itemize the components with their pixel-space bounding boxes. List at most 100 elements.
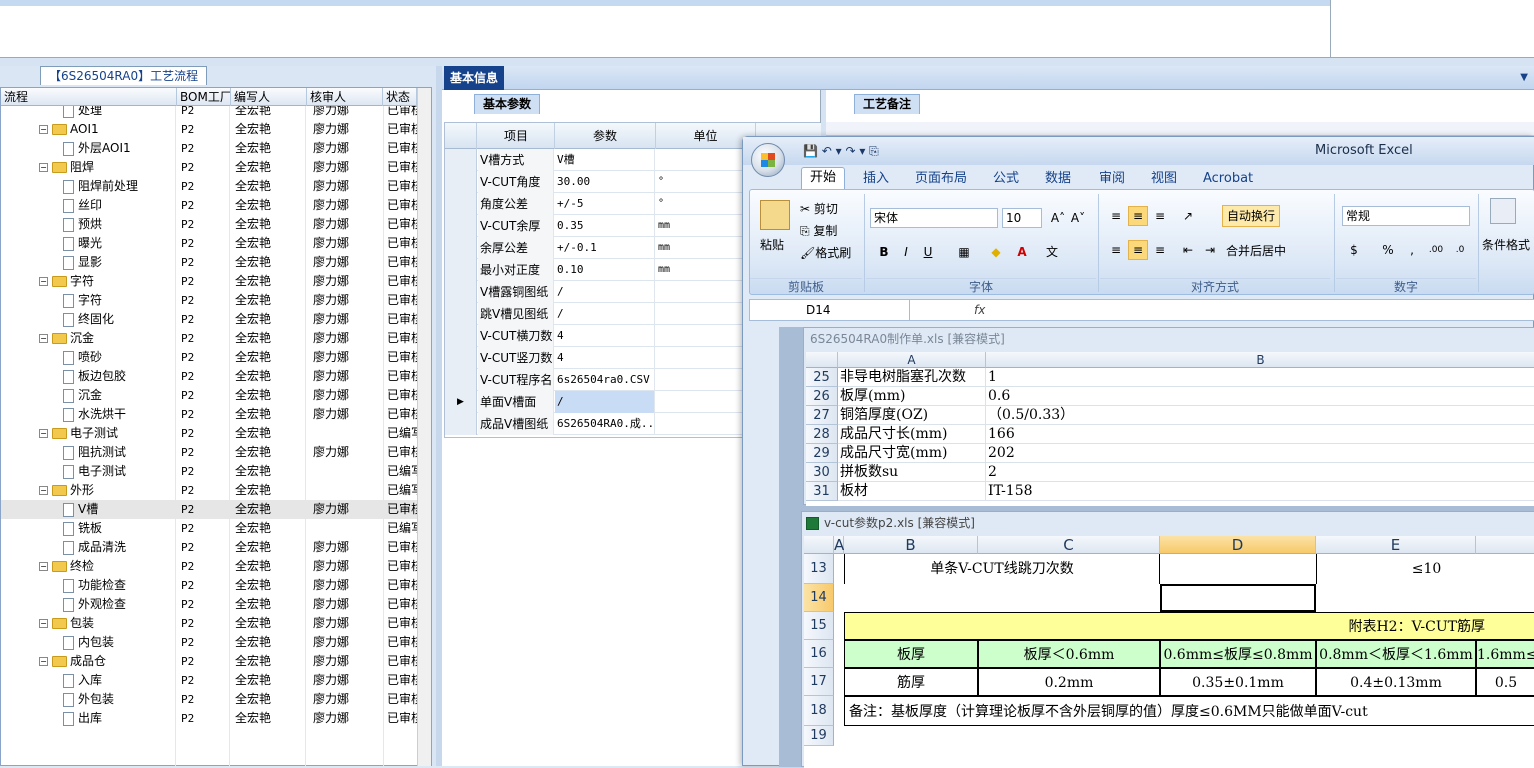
tree-row[interactable]: 内包装 P2 全宏艳 廖力娜 已审核 [1,633,417,652]
param-value[interactable]: 6s26504ra0.CSV [555,369,655,391]
quick-access-toolbar[interactable]: 💾 ↶ ▾ ↷ ▾ ⎘ [803,144,879,159]
comma-icon[interactable]: , [1402,240,1422,260]
tab-process-notes[interactable]: 工艺备注 [854,94,921,114]
row-header[interactable]: 29 [806,444,838,463]
cell-a[interactable]: 拼板数su [838,463,986,482]
tree-row[interactable]: 预烘 P2 全宏艳 廖力娜 已审核 [1,215,417,234]
r16-cell[interactable]: 0.8mm＜板厚＜1.6mm [1316,640,1476,668]
params-col-value[interactable]: 参数 [555,123,656,149]
fill-color-icon[interactable]: ◆ [986,242,1006,262]
cell-b[interactable]: 0.6 [986,387,1534,406]
grow-font-icon[interactable]: A˄ [1048,208,1068,228]
cell-b[interactable]: 166 [986,425,1534,444]
tree-node[interactable]: − 字符 [39,272,175,291]
col-header-checker[interactable]: 核审人 [307,88,383,106]
row-header[interactable]: 26 [806,387,838,406]
tree-row[interactable]: 丝印 P2 全宏艳 廖力娜 已审核 [1,196,417,215]
ribbon-tab-formulas[interactable]: 公式 [993,169,1019,189]
row-header[interactable]: 13 [804,554,834,584]
tree-node[interactable]: 曝光 [63,234,175,253]
tree-node[interactable]: 阻焊前处理 [63,177,175,196]
ribbon-tab-page-layout[interactable]: 页面布局 [915,169,967,189]
r16-cell[interactable]: 板厚＜0.6mm [978,640,1160,668]
param-value[interactable]: 6S26504RA0.成... [555,413,655,435]
cell-a[interactable]: 板材 [838,482,986,501]
cell-a[interactable]: 成品尺寸长(mm) [838,425,986,444]
tree-row[interactable]: 字符 P2 全宏艳 廖力娜 已审核 [1,291,417,310]
tree-row[interactable]: − 终检 P2 全宏艳 廖力娜 已审核 [1,557,417,576]
name-box[interactable]: D14 [750,300,910,320]
r16-cell[interactable]: 1.6mm≤ [1476,640,1534,668]
row-header[interactable]: 19 [804,726,834,746]
process-flow-tab[interactable]: 【6S26504RA0】工艺流程 [40,66,208,85]
row-header[interactable]: 25 [806,368,838,387]
top-selected-row[interactable] [0,0,1330,6]
tree-node[interactable]: − 成品仓 [39,652,175,671]
tree-node[interactable]: 出库 [63,709,175,728]
tree-row[interactable]: 成品清洗 P2 全宏艳 廖力娜 已审核 [1,538,417,557]
merge-center-button[interactable]: 合并后居中 [1226,242,1286,259]
tree-scrollbar[interactable] [417,88,431,766]
row-header[interactable]: 14 [804,584,834,612]
border-icon[interactable]: ▦ [954,242,974,262]
increase-indent-icon[interactable]: ⇥ [1200,240,1220,260]
col-header-f[interactable] [1476,536,1534,554]
param-value[interactable]: +/-0.1 [555,237,655,259]
paste-button[interactable]: 粘贴 [760,236,784,253]
align-center-icon[interactable]: ≡ [1128,240,1148,260]
cell-b[interactable]: 202 [986,444,1534,463]
tree-node[interactable]: 丝印 [63,196,175,215]
expand-toggle-icon[interactable]: − [39,277,48,286]
horizontal-splitter[interactable] [0,58,1534,66]
tree-node[interactable]: 沉金 [63,386,175,405]
cell-a[interactable]: 成品尺寸宽(mm) [838,444,986,463]
conditional-format-icon[interactable] [1490,198,1516,224]
tree-node[interactable]: − 电子测试 [39,424,175,443]
tree-node[interactable]: 内包装 [63,633,175,652]
tree-row[interactable]: 出库 P2 全宏艳 廖力娜 已审核 [1,709,417,728]
tree-node[interactable]: − 包装 [39,614,175,633]
tree-node[interactable]: − 阻焊 [39,158,175,177]
ribbon-tab-data[interactable]: 数据 [1045,169,1071,189]
conditional-format-button[interactable]: 条件格式 [1482,236,1530,253]
param-value[interactable]: / [555,391,655,413]
tree-node[interactable]: − AOI1 [39,120,175,139]
tree-node[interactable]: − 终检 [39,557,175,576]
row-header[interactable]: 28 [806,425,838,444]
tree-row[interactable]: − 电子测试 P2 全宏艳 已编写 [1,424,417,443]
r13-value[interactable]: ≤10 [1316,554,1534,584]
cell-b[interactable]: （0.5/0.33） [986,406,1534,425]
expand-toggle-icon[interactable]: − [39,334,48,343]
ribbon-tab-acrobat[interactable]: Acrobat [1203,169,1253,189]
workbook-2-title[interactable]: v-cut参数p2.xls [兼容模式] [802,512,1534,534]
tree-node[interactable]: 喷砂 [63,348,175,367]
workbook-1-title[interactable]: 6S26504RA0制作单.xls [兼容模式] [804,328,1534,350]
tree-row[interactable]: 外层AOI1 P2 全宏艳 廖力娜 已审核 [1,139,417,158]
r16-cell[interactable]: 0.6mm≤板厚≤0.8mm [1160,640,1316,668]
tree-row[interactable]: 水洗烘干 P2 全宏艳 廖力娜 已审核 [1,405,417,424]
tree-row[interactable]: 功能检查 P2 全宏艳 廖力娜 已审核 [1,576,417,595]
tree-node[interactable]: 阻抗测试 [63,443,175,462]
font-name-select[interactable]: 宋体 [870,208,998,228]
col-header-c[interactable]: C [978,536,1160,554]
param-value[interactable]: / [555,303,655,325]
number-format-select[interactable]: 常规 [1342,206,1470,226]
ribbon-tab-review[interactable]: 审阅 [1099,169,1125,189]
ribbon-tab-view[interactable]: 视图 [1151,169,1177,189]
ribbon-tab-home[interactable]: 开始 [801,167,846,189]
select-all-corner[interactable] [806,352,838,368]
format-painter-button[interactable]: 🖌格式刷 [800,244,851,261]
tree-row[interactable]: − 阻焊 P2 全宏艳 廖力娜 已审核 [1,158,417,177]
r17-cell[interactable]: 0.2mm [978,668,1160,696]
tree-row[interactable]: 显影 P2 全宏艳 廖力娜 已审核 [1,253,417,272]
row-header[interactable]: 16 [804,640,834,668]
tree-row[interactable]: 入库 P2 全宏艳 廖力娜 已审核 [1,671,417,690]
tree-row[interactable]: 处理 P2 全宏艳 廖力娜 已审核 [1,106,417,120]
col-header-b[interactable]: B [986,352,1534,368]
r17-cell[interactable]: 0.4±0.13mm [1316,668,1476,696]
col-header-status[interactable]: 状态 [383,88,417,106]
percent-icon[interactable]: % [1378,240,1398,260]
tree-node[interactable]: 成品清洗 [63,538,175,557]
row-header[interactable]: 18 [804,696,834,726]
tree-row[interactable]: 外包装 P2 全宏艳 廖力娜 已审核 [1,690,417,709]
